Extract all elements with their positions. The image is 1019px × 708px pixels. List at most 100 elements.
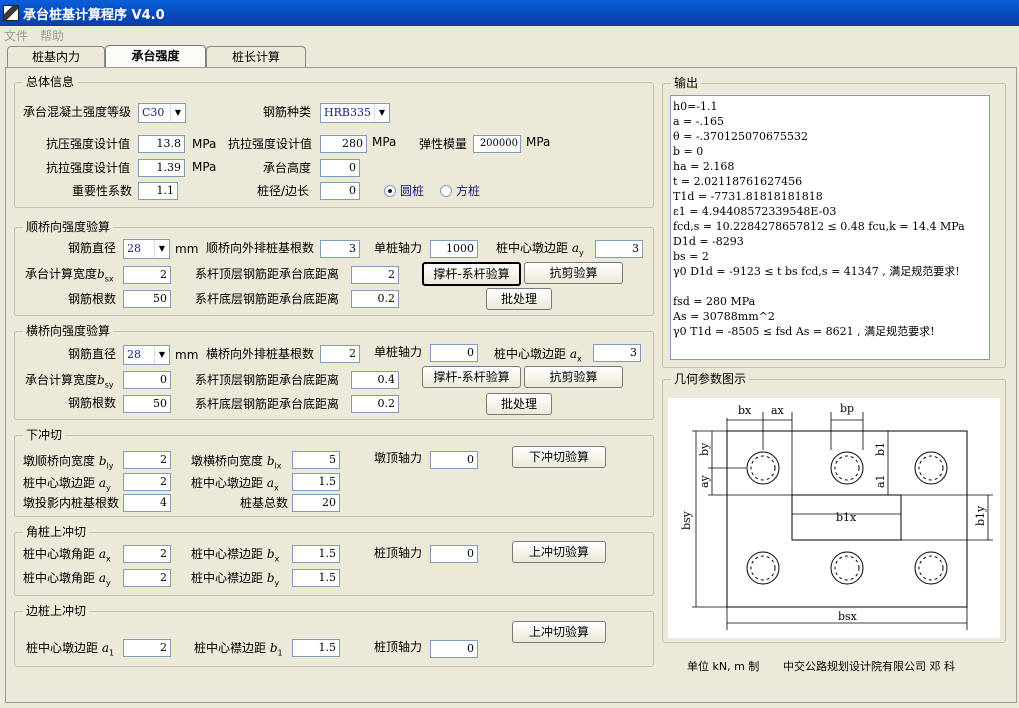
round-pile-label[interactable]: 圆桩 [400, 183, 424, 199]
rebar-type-value: HRB335 [324, 106, 371, 119]
width-input[interactable]: 2 [123, 266, 171, 284]
label-bp: bp [840, 402, 854, 415]
tab-cap-strength[interactable]: 承台强度 [105, 45, 206, 68]
tensile-label: 抗拉强度设计值 [46, 161, 131, 175]
tensile-input[interactable]: 1.39 [138, 159, 185, 177]
outer-row-input[interactable]: 2 [320, 345, 360, 363]
transverse-group: 横桥向强度验算 钢筋直径 28 ▼ mm 横桥向外排桩基根数 2 单桩轴力 0 桩… [14, 324, 654, 420]
corner-a-x-label: 桩中心墩角距 ax [23, 546, 111, 567]
bottom-dist-label: 系杆底层钢筋距承台底距离 [195, 397, 340, 411]
label-a1: a1 [874, 474, 887, 488]
a-y-input[interactable]: 2 [123, 473, 171, 491]
edge-axial-input[interactable]: 0 [430, 640, 478, 658]
chevron-down-icon[interactable]: ▼ [154, 240, 169, 258]
output-line: fsd = 280 MPa [673, 295, 756, 308]
corner-punch-check-button[interactable]: 上冲切验算 [512, 541, 606, 563]
top-dist-input[interactable]: 2 [351, 266, 399, 284]
batch-button[interactable]: 批处理 [486, 288, 552, 310]
corner-a-y-input[interactable]: 2 [123, 569, 171, 587]
label-bsx: bsx [838, 610, 858, 623]
label-ax: ax [771, 404, 785, 417]
width-input[interactable]: 0 [123, 371, 171, 389]
outer-row-label: 顺桥向外排桩基根数 [206, 241, 315, 255]
chevron-down-icon[interactable]: ▼ [170, 104, 185, 122]
width-label: 承台计算宽度bsx [25, 266, 114, 287]
inner-piles-input[interactable]: 4 [123, 494, 171, 512]
shear-check-button[interactable]: 抗剪验算 [524, 366, 623, 388]
total-piles-input[interactable]: 20 [292, 494, 340, 512]
width-symbol: b [97, 373, 105, 387]
strut-tie-check-button[interactable]: 撑杆-系杆验算 [422, 366, 521, 388]
mpa-unit: MPa [192, 160, 217, 174]
edge-b1-input[interactable]: 1.5 [292, 639, 340, 657]
edge-symbol: a [569, 347, 577, 361]
corner-b-y-input[interactable]: 1.5 [292, 569, 340, 587]
bottom-dist-input[interactable]: 0.2 [351, 290, 399, 308]
punch-down-check-button[interactable]: 下冲切验算 [512, 446, 606, 468]
pier-top-axial-input[interactable]: 0 [430, 451, 478, 469]
output-textbox[interactable]: h0=-1.1 a = -.165 θ = -.370125070675532 b =… [670, 95, 990, 360]
edge-a1-input[interactable]: 2 [123, 639, 171, 657]
longitudinal-legend: 顺桥向强度验算 [23, 220, 114, 234]
corner-axial-input[interactable]: 0 [430, 545, 478, 563]
axial-label: 单桩轴力 [374, 241, 423, 255]
rebar-dia-select[interactable]: 28 ▼ [123, 345, 170, 365]
rebar-count-input[interactable]: 50 [123, 395, 171, 413]
app-icon [3, 5, 19, 21]
edge-punch-check-button[interactable]: 上冲切验算 [512, 621, 606, 643]
transverse-legend: 横桥向强度验算 [23, 324, 114, 338]
pier-trans-width-input[interactable]: 5 [292, 451, 340, 469]
corner-b-x-text: 桩中心襟边距 [191, 547, 264, 561]
a-x-subscript: x [274, 483, 279, 493]
cap-height-label: 承台高度 [263, 161, 312, 175]
a-y-text: 桩中心墩边距 [23, 476, 96, 490]
cap-height-input[interactable]: 0 [320, 159, 360, 177]
modulus-label: 弹性模量 [419, 137, 468, 151]
concrete-grade-select[interactable]: C30 ▼ [138, 103, 186, 123]
rebar-type-select[interactable]: HRB335 ▼ [320, 103, 390, 123]
importance-label: 重要性系数 [72, 184, 133, 198]
axial-input[interactable]: 1000 [430, 240, 478, 258]
output-line: D1d = -8293 [673, 235, 744, 248]
corner-b-y-subscript: y [274, 578, 280, 588]
comp-strength-label: 抗压强度设计值 [46, 137, 131, 151]
edge-a1-subscript: 1 [109, 648, 115, 658]
tab-pile-length[interactable]: 桩长计算 [206, 46, 306, 67]
square-pile-radio[interactable] [440, 185, 452, 197]
axial-input[interactable]: 0 [430, 344, 478, 362]
corner-b-x-input[interactable]: 1.5 [292, 545, 340, 563]
square-pile-label[interactable]: 方桩 [456, 183, 480, 199]
units-note: 单位 kN, m 制 [687, 660, 760, 673]
bottom-dist-input[interactable]: 0.2 [351, 395, 399, 413]
menu-help[interactable]: 帮助 [40, 27, 64, 44]
punch-down-group: 下冲切 墩顺桥向宽度 bly 2 墩横桥向宽度 blx 5 墩顶轴力 0 下冲切… [14, 428, 654, 517]
corner-a-x-input[interactable]: 2 [123, 545, 171, 563]
rebar-count-input[interactable]: 50 [123, 290, 171, 308]
mpa-unit: MPa [372, 135, 397, 149]
modulus-input[interactable]: 200000 [473, 135, 521, 153]
window-title: 承台桩基计算程序 V4.0 [23, 7, 165, 23]
edge-input[interactable]: 3 [595, 240, 643, 258]
round-pile-radio[interactable] [384, 185, 396, 197]
edge-input[interactable]: 3 [593, 344, 641, 362]
a-x-input[interactable]: 1.5 [292, 473, 340, 491]
pier-long-width-input[interactable]: 2 [123, 451, 171, 469]
chevron-down-icon[interactable]: ▼ [374, 104, 389, 122]
menu-file[interactable]: 文件 [4, 27, 28, 44]
outer-row-input[interactable]: 3 [320, 240, 360, 258]
shear-check-button[interactable]: 抗剪验算 [524, 262, 623, 284]
tab-pile-force[interactable]: 桩基内力 [7, 46, 105, 67]
batch-button[interactable]: 批处理 [486, 393, 552, 415]
comp-strength-input[interactable]: 13.8 [138, 135, 185, 153]
top-dist-input[interactable]: 0.4 [351, 371, 399, 389]
width-subscript: sx [104, 274, 114, 284]
title-bar: 承台桩基计算程序 V4.0 [0, 0, 1019, 26]
pile-diameter-input[interactable]: 0 [320, 182, 360, 200]
importance-input[interactable]: 1.1 [138, 182, 178, 200]
top-dist-label: 系杆顶层钢筋距承台底距离 [195, 267, 340, 281]
strut-tie-check-button[interactable]: 撑杆-系杆验算 [422, 262, 521, 286]
rebar-dia-select[interactable]: 28 ▼ [123, 239, 170, 259]
rebar-strength-input[interactable]: 280 [320, 135, 367, 153]
chevron-down-icon[interactable]: ▼ [154, 346, 169, 364]
